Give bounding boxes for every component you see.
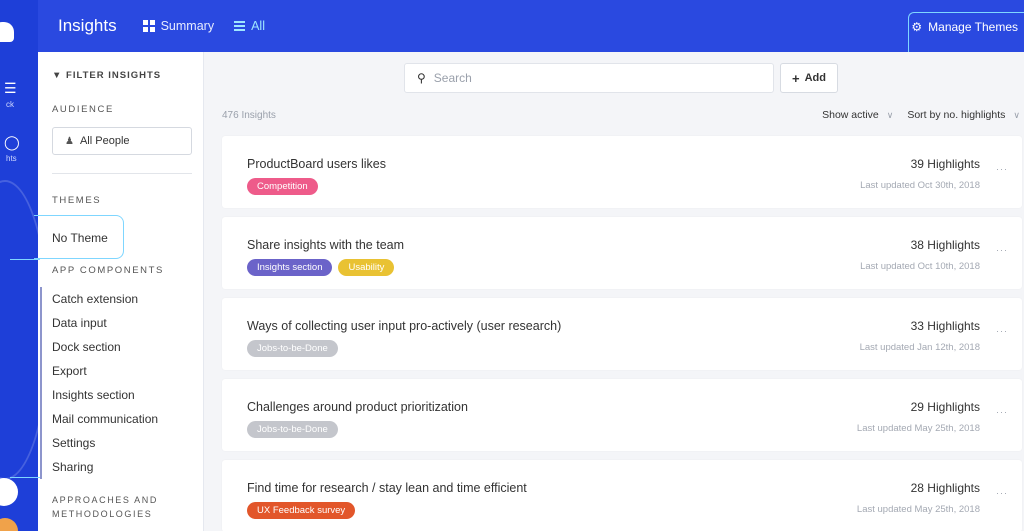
insight-title[interactable]: Find time for research / stay lean and t… [247, 481, 527, 495]
more-icon[interactable]: ··· [996, 245, 1008, 255]
logo-icon[interactable] [0, 22, 14, 42]
insight-tags: Jobs-to-be-Done [247, 340, 338, 357]
approaches-heading: APPROACHES AND METHODOLOGIES [52, 495, 158, 519]
tag-badge[interactable]: Insights section [247, 259, 333, 276]
insight-updated: Last updated Jan 12th, 2018 [859, 342, 980, 353]
decorative-wave [0, 180, 38, 480]
insight-tags: Insights section Usability [247, 259, 395, 276]
insight-tags: UX Feedback survey [247, 502, 356, 519]
app-components-heading: APP COMPONENTS [52, 265, 164, 276]
components-list: Catch extension Data input Dock section … [40, 287, 190, 479]
connector-line [10, 477, 40, 478]
grid-icon [142, 20, 155, 32]
top-bar: Insights Summary All ⚙ Manage Themes [38, 0, 1024, 70]
search-icon: ⚲ [417, 71, 426, 85]
help-icon[interactable] [0, 478, 18, 506]
tab-all[interactable]: All [234, 19, 265, 33]
rail-label-insights: hts [6, 154, 17, 163]
theme-item-dock-section[interactable]: Dock section [40, 335, 190, 359]
filter-icon: ▼ [52, 70, 63, 81]
insights-count: 476 Insights [222, 110, 276, 121]
manage-themes-label: Manage Themes [928, 20, 1018, 34]
insight-title[interactable]: Ways of collecting user input pro-active… [247, 319, 561, 333]
add-label: Add [804, 72, 826, 84]
theme-item-sharing[interactable]: Sharing [40, 455, 190, 479]
insight-highlights: 28 Highlights [910, 481, 980, 495]
theme-item-data-input[interactable]: Data input [40, 311, 190, 335]
insight-card[interactable]: ProductBoard users likes Competition 39 Hi… [222, 136, 1022, 208]
tab-all-label: All [251, 19, 265, 33]
audience-select[interactable]: ♟ All People [52, 127, 192, 155]
insights-main: ⚲ Search + Add 476 Insights Show active … [204, 52, 1024, 531]
themes-heading: THEMES [52, 195, 102, 206]
insight-title[interactable]: Share insights with the team [247, 238, 404, 252]
insight-highlights: 38 Highlights [910, 238, 980, 252]
audience-heading: AUDIENCE [52, 104, 114, 115]
insight-highlights: 29 Highlights [910, 400, 980, 414]
list-icon [234, 21, 246, 31]
insight-title[interactable]: Challenges around product prioritization [247, 400, 468, 414]
insight-card[interactable]: Share insights with the team Insights sec… [222, 217, 1022, 289]
show-active-select[interactable]: Show active [822, 109, 879, 121]
manage-themes-button[interactable]: ⚙ Manage Themes [911, 20, 1018, 34]
tag-badge[interactable]: UX Feedback survey [247, 502, 356, 519]
plus-icon: + [792, 70, 800, 86]
chevron-down-icon[interactable]: ∨ [1013, 110, 1020, 121]
more-icon[interactable]: ··· [996, 488, 1008, 498]
divider [52, 173, 192, 174]
more-icon[interactable]: ··· [996, 164, 1008, 174]
theme-item-no-theme[interactable]: No Theme [34, 215, 124, 259]
insight-updated: Last updated Oct 10th, 2018 [860, 261, 980, 272]
insight-highlights: 39 Highlights [910, 157, 980, 171]
more-icon[interactable]: ··· [996, 326, 1008, 336]
search-placeholder: Search [433, 71, 472, 85]
page-title: Insights [58, 16, 117, 35]
person-icon: ♟ [65, 135, 74, 147]
insight-tags: Jobs-to-be-Done [247, 421, 338, 438]
list-filters: Show active ∨ Sort by no. highlights ∨ [822, 109, 1020, 121]
tag-badge[interactable]: Jobs-to-be-Done [247, 340, 338, 357]
filter-sidebar: ▼ FILTER INSIGHTS AUDIENCE ♟ All People … [10, 52, 204, 531]
insight-card[interactable]: Ways of collecting user input pro-active… [222, 298, 1022, 370]
gear-icon: ⚙ [911, 20, 923, 34]
search-input[interactable]: ⚲ Search [404, 63, 774, 93]
rail-label-dock: ck [6, 100, 14, 109]
insight-card[interactable]: Challenges around product prioritization… [222, 379, 1022, 451]
user-avatar[interactable] [0, 518, 18, 531]
tag-badge[interactable]: Competition [247, 178, 318, 195]
connector-line [10, 259, 40, 260]
add-button[interactable]: + Add [780, 63, 838, 93]
insight-highlights: 33 Highlights [910, 319, 980, 333]
theme-item-catch-extension[interactable]: Catch extension [40, 287, 190, 311]
audience-value: All People [79, 135, 130, 147]
insight-tags: Competition [247, 178, 318, 195]
more-icon[interactable]: ··· [996, 407, 1008, 417]
no-theme-label: No Theme [52, 231, 108, 245]
insight-title[interactable]: ProductBoard users likes [247, 157, 386, 171]
insight-updated: Last updated May 25th, 2018 [856, 504, 980, 515]
theme-item-settings[interactable]: Settings [40, 431, 190, 455]
insight-updated: Last updated May 25th, 2018 [856, 423, 980, 434]
sort-select[interactable]: Sort by no. highlights [907, 109, 1005, 121]
theme-item-insights-section[interactable]: Insights section [40, 383, 190, 407]
insights-icon[interactable]: ◯ [4, 134, 20, 150]
insight-card[interactable]: Find time for research / stay lean and t… [222, 460, 1022, 531]
tag-badge[interactable]: Jobs-to-be-Done [247, 421, 338, 438]
dock-icon[interactable]: ☰ [4, 80, 20, 96]
tab-summary[interactable]: Summary [142, 19, 215, 33]
theme-item-export[interactable]: Export [40, 359, 190, 383]
app-rail: ☰ ck ◯ hts [0, 0, 38, 531]
theme-item-mail-communication[interactable]: Mail communication [40, 407, 190, 431]
insight-updated: Last updated Oct 30th, 2018 [860, 180, 980, 191]
chevron-down-icon[interactable]: ∨ [887, 110, 894, 121]
tab-summary-label: Summary [160, 19, 215, 33]
tag-badge[interactable]: Usability [338, 259, 395, 276]
filter-heading: ▼ FILTER INSIGHTS [52, 70, 162, 81]
